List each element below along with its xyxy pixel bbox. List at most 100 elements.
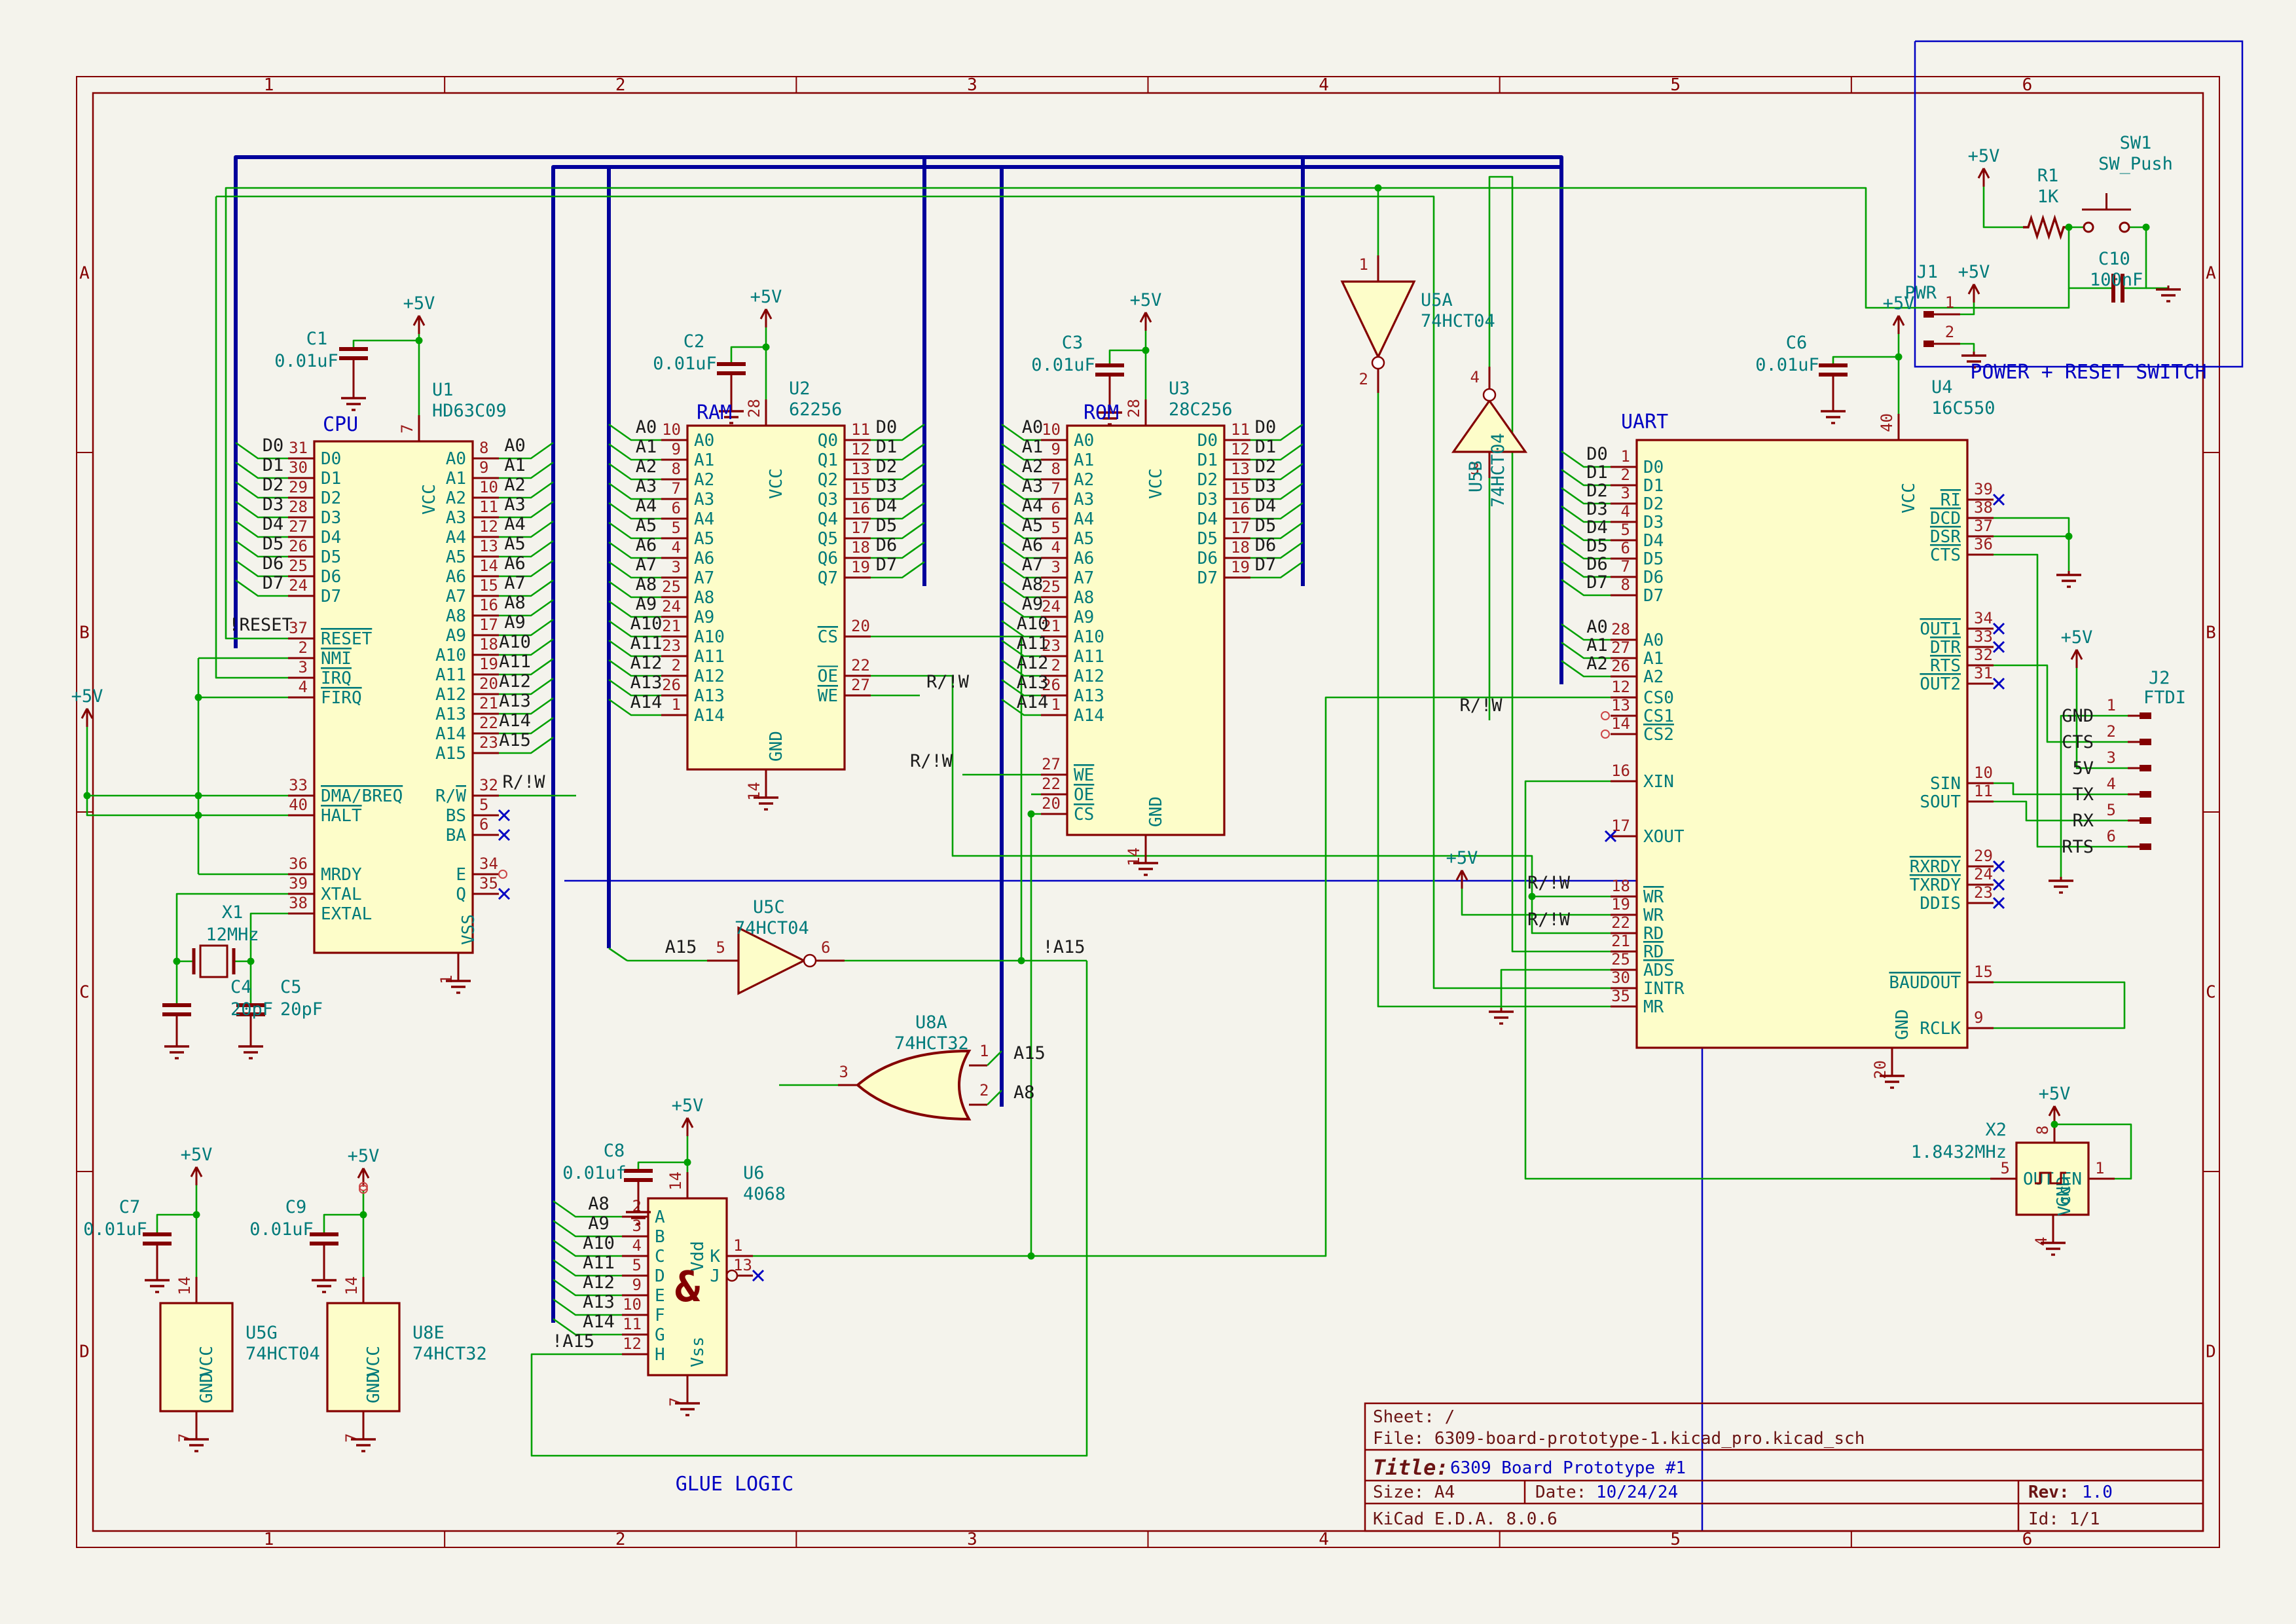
net-label-D4[interactable]: D4 <box>876 496 898 516</box>
net-label-A9[interactable]: A9 <box>1022 594 1044 614</box>
capacitor-C4[interactable] <box>162 1005 191 1045</box>
power-flag-5v[interactable]: +5V <box>1958 262 1990 303</box>
net-label-A13[interactable]: A13 <box>499 691 531 711</box>
net-label-A13[interactable]: A13 <box>583 1292 615 1312</box>
power-u5g-body[interactable] <box>160 1303 232 1411</box>
osc-x2[interactable]: 5OUT1EN8Vcc4GND <box>1990 1124 2115 1246</box>
ram-u2[interactable]: 10A09A18A27A36A45A54A63A725A824A921A1023… <box>661 399 871 801</box>
net-label-D1[interactable]: D1 <box>263 455 284 475</box>
net-label-A10[interactable]: A10 <box>1017 614 1049 634</box>
capacitor-C7[interactable] <box>143 1234 172 1279</box>
power-flag-5v[interactable]: +5V <box>71 686 103 727</box>
power-flag-5v[interactable]: +5V <box>750 287 782 327</box>
component-ref-x1[interactable]: X1 <box>222 902 244 923</box>
component-ref-sw-push[interactable]: SW_Push <box>2098 154 2173 174</box>
net-label-A1[interactable]: A1 <box>504 455 526 475</box>
net-label-A3[interactable]: A3 <box>1022 476 1044 496</box>
net-label-D7[interactable]: D7 <box>263 573 284 593</box>
net-label-A6[interactable]: A6 <box>636 535 657 555</box>
crystal-X1[interactable] <box>194 946 234 977</box>
net-label-D5[interactable]: D5 <box>1255 515 1277 536</box>
net-label-D2[interactable]: D2 <box>876 456 898 477</box>
ground-symbol[interactable] <box>341 394 366 410</box>
ground-symbol[interactable] <box>312 1276 337 1292</box>
component-ref-20pf[interactable]: 20pF <box>230 999 273 1020</box>
power-flag-5v[interactable]: +5V <box>672 1096 704 1136</box>
net-label-A12[interactable]: A12 <box>583 1272 615 1293</box>
net-label-A9[interactable]: A9 <box>636 594 657 614</box>
net-label-D2[interactable]: D2 <box>1586 481 1608 501</box>
component-ref-62256[interactable]: 62256 <box>789 399 842 420</box>
j2-pad-5V[interactable] <box>2140 765 2151 771</box>
component-ref-u6[interactable]: U6 <box>743 1163 765 1183</box>
component-ref-74hct04[interactable]: 74HCT04 <box>246 1344 320 1364</box>
wire[interactable] <box>1984 187 2023 227</box>
wire[interactable] <box>157 1215 196 1234</box>
net-label-D4[interactable]: D4 <box>263 514 284 534</box>
component-ref-1.8432mhz[interactable]: 1.8432MHz <box>1911 1142 2007 1162</box>
net-label-D2[interactable]: D2 <box>263 475 284 495</box>
uart-u4[interactable]: 1D02D13D24D35D46D57D68D728A027A126A212CS… <box>1611 413 1994 1079</box>
section-label-rom[interactable]: ROM <box>1084 401 1119 424</box>
component-ref-74hct32[interactable]: 74HCT32 <box>894 1033 969 1054</box>
net-label-A4[interactable]: A4 <box>504 514 526 534</box>
net-label-A13[interactable]: A13 <box>630 673 663 693</box>
power-u8e[interactable]: 14VCC7GND <box>327 1276 399 1443</box>
component-ref-c1[interactable]: C1 <box>306 329 328 349</box>
section-label-glue-logic[interactable]: GLUE LOGIC <box>676 1473 794 1496</box>
net-label-A14[interactable]: A14 <box>630 692 663 712</box>
titleblock-title[interactable]: 6309 Board Prototype #1 <box>1450 1458 1686 1478</box>
component-ref-c8[interactable]: C8 <box>604 1141 625 1161</box>
net-label-A15[interactable]: A15 <box>499 730 531 750</box>
component-ref-0.01uf[interactable]: 0.01uF <box>653 354 717 374</box>
net-label-A0[interactable]: A0 <box>636 417 657 437</box>
net-label-D5[interactable]: D5 <box>1586 536 1608 556</box>
net-label-A2[interactable]: A2 <box>1586 654 1608 674</box>
net-label-A2[interactable]: A2 <box>1022 456 1044 477</box>
titleblock-date[interactable]: 10/24/24 <box>1596 1483 1678 1502</box>
section-label-cpu[interactable]: CPU <box>323 413 358 436</box>
net-label-A11[interactable]: A11 <box>583 1253 615 1273</box>
net-label-A12[interactable]: A12 <box>1017 653 1049 673</box>
component-ref-20pf[interactable]: 20pF <box>280 999 323 1020</box>
component-ref-1k[interactable]: 1K <box>2037 187 2059 207</box>
net-label-A4[interactable]: A4 <box>1022 496 1044 516</box>
cpu-u1[interactable]: 31D030D129D228D327D426D525D624D737RESET2… <box>288 415 499 984</box>
net-label-RESET[interactable]: !RESET <box>228 615 293 635</box>
net-label-D0[interactable]: D0 <box>263 435 284 456</box>
net-label-A2[interactable]: A2 <box>504 475 526 495</box>
net-label-A6[interactable]: A6 <box>504 553 526 574</box>
power-flag-5v[interactable]: +5V <box>181 1145 213 1185</box>
net-label-D4[interactable]: D4 <box>1255 496 1277 516</box>
component-ref-u8a[interactable]: U8A <box>915 1012 947 1033</box>
component-ref-j2[interactable]: J2 <box>2149 668 2170 688</box>
net-label-D1[interactable]: D1 <box>1255 437 1277 457</box>
net-label-D3[interactable]: D3 <box>876 476 898 496</box>
capacitor-C1[interactable] <box>339 349 368 397</box>
wire[interactable] <box>987 1051 1002 1065</box>
net-label-D4[interactable]: D4 <box>1586 517 1608 538</box>
component-ref-u2[interactable]: U2 <box>789 378 811 399</box>
component-ref-c10[interactable]: C10 <box>2098 249 2130 269</box>
wire[interactable] <box>324 1215 363 1234</box>
net-label-D2[interactable]: D2 <box>1255 456 1277 477</box>
net-label-A7[interactable]: A7 <box>504 573 526 593</box>
component-ref-16c550[interactable]: 16C550 <box>1931 398 1995 418</box>
net-label-RW[interactable]: R/!W <box>502 772 545 792</box>
net-label-D3[interactable]: D3 <box>1255 476 1277 496</box>
net-label-A15[interactable]: A15 <box>1013 1043 1046 1063</box>
component-ref-12mhz[interactable]: 12MHz <box>206 925 259 945</box>
capacitor-C6[interactable] <box>1819 365 1848 410</box>
power-flag-5v[interactable]: +5V <box>1968 146 2000 187</box>
component-ref-0.01uf[interactable]: 0.01uf <box>562 1163 627 1183</box>
component-ref-c7[interactable]: C7 <box>119 1197 141 1217</box>
net-label-A15[interactable]: !A15 <box>1042 937 1085 957</box>
component-ref-c3[interactable]: C3 <box>1062 333 1084 353</box>
component-ref-ftdi[interactable]: FTDI <box>2143 688 2186 708</box>
ground-symbol[interactable] <box>2056 571 2081 587</box>
j2-pad-GND[interactable] <box>2140 712 2151 719</box>
component-ref-pwr[interactable]: PWR <box>1904 283 1937 303</box>
j1-pad-2[interactable] <box>1923 341 1934 347</box>
net-label-A1[interactable]: A1 <box>636 437 657 457</box>
wire[interactable] <box>1994 982 2124 1028</box>
